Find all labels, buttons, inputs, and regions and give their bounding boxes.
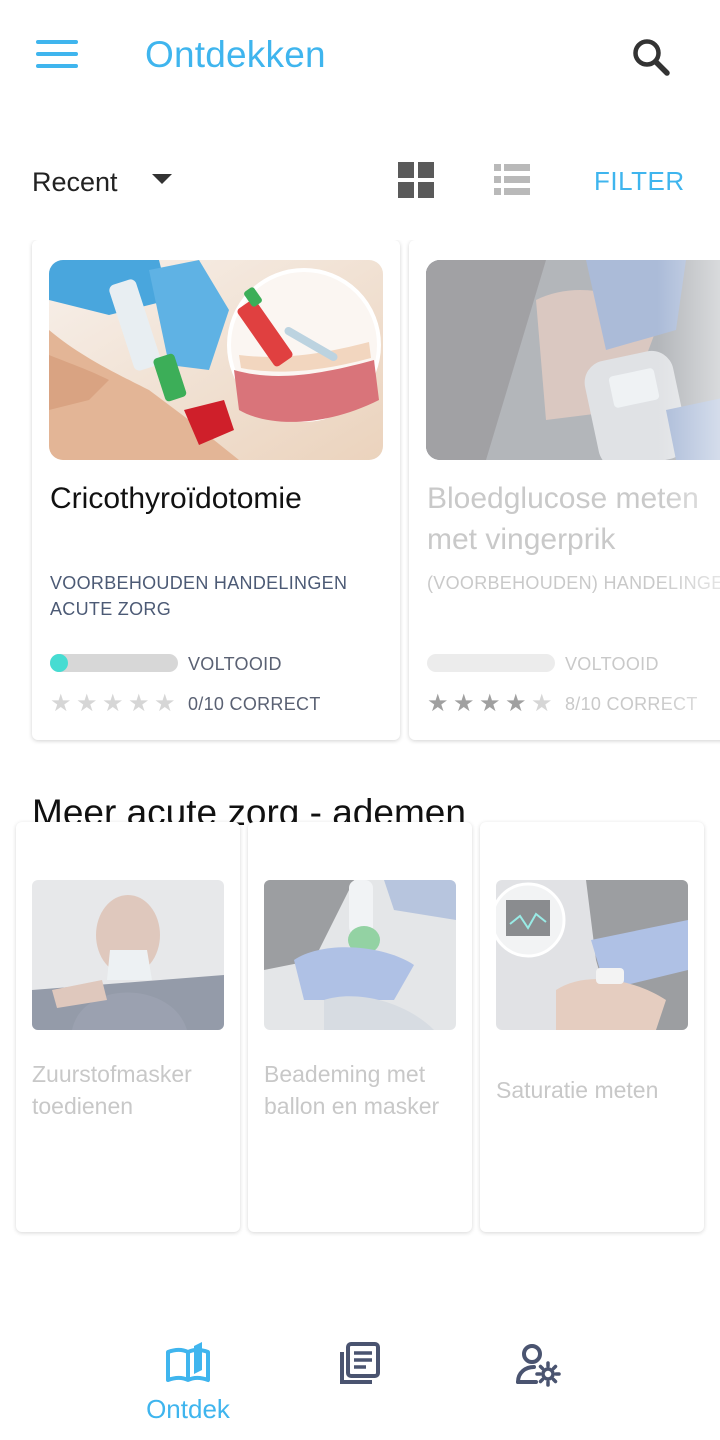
book-open-icon — [164, 1340, 212, 1388]
star-icon: ★ — [102, 690, 124, 717]
course-thumbnail — [32, 880, 224, 1030]
star-icon: ★ — [427, 690, 449, 717]
star-rating: ★ ★ ★ ★ ★ — [427, 692, 557, 716]
progress-bar — [427, 654, 555, 672]
course-title: Zuurstofmasker toedienen — [32, 1061, 192, 1119]
course-card-small[interactable]: Zuurstofmasker toedienen — [16, 822, 240, 1232]
star-icon: ★ — [453, 690, 475, 717]
progress-bar — [50, 654, 178, 672]
grid-view-icon[interactable] — [398, 162, 434, 198]
bottom-navigation: Ontdek — [0, 1330, 720, 1440]
edge-fade — [657, 240, 720, 740]
chevron-down-icon — [152, 174, 172, 184]
progress-fill — [50, 654, 68, 672]
star-icon: ★ — [154, 690, 176, 717]
course-thumbnail — [496, 880, 688, 1030]
score-text: 0/10 CORRECT — [188, 694, 321, 714]
user-settings-icon — [514, 1340, 562, 1388]
filter-button[interactable]: FILTER — [594, 166, 685, 197]
sort-value: Recent — [32, 166, 118, 197]
nav-item-profile[interactable] — [468, 1340, 608, 1430]
star-icon: ★ — [479, 690, 501, 717]
star-icon: ★ — [531, 690, 553, 717]
list-view-icon[interactable] — [494, 164, 530, 196]
nav-item-discover[interactable]: Ontdek — [118, 1340, 258, 1430]
progress-status: VOLTOOID — [188, 654, 282, 674]
star-icon: ★ — [505, 690, 527, 717]
page-title: Ontdekken — [145, 34, 326, 75]
course-card[interactable]: Bloedglucose meten met vingerprik (VOORB… — [409, 240, 720, 740]
course-title: Beademing met ballon en masker — [264, 1061, 440, 1119]
course-card-small[interactable]: Saturatie meten — [480, 822, 704, 1232]
nav-item-library[interactable] — [290, 1340, 430, 1430]
progress-status: VOLTOOID — [565, 654, 659, 674]
featured-carousel[interactable]: Cricothyroïdotomie VOORBEHOUDEN HANDELIN… — [0, 240, 720, 750]
course-category: VOORBEHOUDEN HANDELINGEN ACUTE ZORG — [50, 573, 348, 619]
star-rating: ★ ★ ★ ★ ★ — [50, 692, 180, 716]
course-thumbnail — [49, 260, 383, 460]
course-title: Cricothyroïdotomie — [50, 482, 302, 515]
app-bar: Ontdekken — [0, 0, 720, 112]
course-card[interactable]: Cricothyroïdotomie VOORBEHOUDEN HANDELIN… — [32, 240, 400, 740]
star-icon: ★ — [128, 690, 150, 717]
course-title: Saturatie meten — [496, 1077, 659, 1103]
sort-dropdown[interactable]: Recent — [32, 160, 192, 204]
menu-icon[interactable] — [36, 38, 78, 70]
search-icon[interactable] — [628, 34, 674, 80]
course-thumbnail — [264, 880, 456, 1030]
star-icon: ★ — [50, 690, 72, 717]
star-icon: ★ — [76, 690, 98, 717]
course-card-small[interactable]: Beademing met ballon en masker — [248, 822, 472, 1232]
library-icon — [336, 1340, 384, 1388]
nav-label: Ontdek — [146, 1394, 230, 1424]
